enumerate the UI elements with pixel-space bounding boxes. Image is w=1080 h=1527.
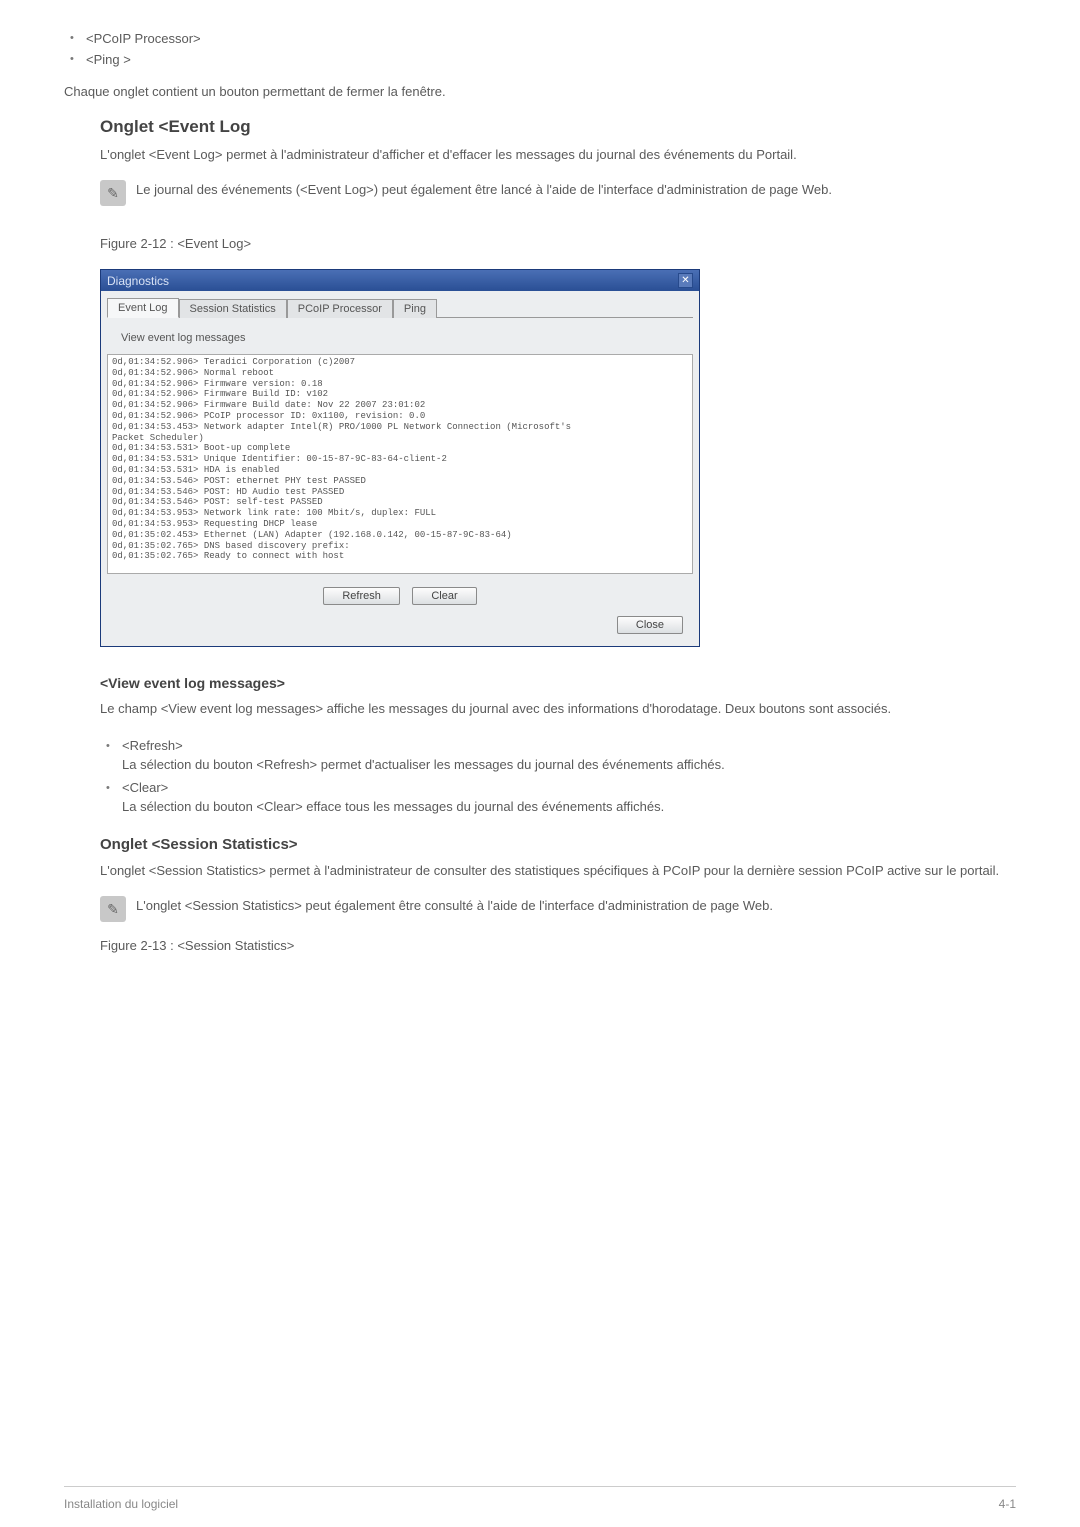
session-stats-desc: L'onglet <Session Statistics> permet à l… — [100, 863, 1016, 878]
note-text: L'onglet <Session Statistics> peut égale… — [136, 896, 773, 916]
note-text: Le journal des événements (<Event Log>) … — [136, 180, 832, 200]
item-desc: La sélection du bouton <Refresh> permet … — [122, 757, 1016, 772]
diagnostics-body: Event Log Session Statistics PCoIP Proce… — [101, 291, 699, 646]
refresh-button[interactable]: Refresh — [323, 587, 400, 605]
figure-caption-2-13: Figure 2-13 : <Session Statistics> — [100, 938, 1016, 953]
note-row: ✎ Le journal des événements (<Event Log>… — [100, 180, 1016, 206]
window-title: Diagnostics — [107, 274, 169, 288]
event-log-textarea[interactable]: 0d,01:34:52.906> Teradici Corporation (c… — [107, 354, 693, 574]
tab-event-log[interactable]: Event Log — [107, 298, 179, 318]
top-bullet-list: <PCoIP Processor> <Ping > — [64, 28, 1016, 70]
view-messages-heading: <View event log messages> — [100, 675, 1016, 691]
page-footer: Installation du logiciel 4-1 — [64, 1486, 1016, 1511]
session-stats-heading: Onglet <Session Statistics> — [100, 836, 1016, 853]
close-row: Close — [107, 609, 693, 640]
clear-button[interactable]: Clear — [412, 587, 476, 605]
note-icon: ✎ — [100, 896, 126, 922]
list-item: <PCoIP Processor> — [64, 28, 1016, 49]
close-button[interactable]: Close — [617, 616, 683, 634]
note-icon: ✎ — [100, 180, 126, 206]
button-row: Refresh Clear — [107, 574, 693, 609]
close-icon[interactable]: ✕ — [678, 273, 693, 288]
note-row: ✎ L'onglet <Session Statistics> peut éga… — [100, 896, 1016, 922]
list-item: <Clear> La sélection du bouton <Clear> e… — [100, 776, 1016, 818]
list-item: <Ping > — [64, 49, 1016, 70]
event-log-desc: L'onglet <Event Log> permet à l'administ… — [100, 147, 1016, 162]
diagnostics-titlebar: Diagnostics ✕ — [101, 270, 699, 291]
item-desc: La sélection du bouton <Clear> efface to… — [122, 799, 1016, 814]
item-label: <Clear> — [122, 780, 168, 795]
view-log-label: View event log messages — [107, 326, 693, 354]
tab-row: Event Log Session Statistics PCoIP Proce… — [107, 297, 693, 318]
item-label: <Refresh> — [122, 738, 183, 753]
footer-right: 4-1 — [999, 1497, 1016, 1511]
event-log-heading: Onglet <Event Log — [100, 117, 1016, 137]
view-messages-list: <Refresh> La sélection du bouton <Refres… — [100, 734, 1016, 818]
figure-caption-2-12: Figure 2-12 : <Event Log> — [64, 236, 1016, 251]
footer-left: Installation du logiciel — [64, 1497, 178, 1511]
list-item: <Refresh> La sélection du bouton <Refres… — [100, 734, 1016, 776]
tab-ping[interactable]: Ping — [393, 299, 437, 318]
tab-session-statistics[interactable]: Session Statistics — [179, 299, 287, 318]
tab-pcoip-processor[interactable]: PCoIP Processor — [287, 299, 393, 318]
diagnostics-window: Diagnostics ✕ Event Log Session Statisti… — [100, 269, 700, 647]
intro-paragraph: Chaque onglet contient un bouton permett… — [64, 84, 1016, 99]
view-messages-desc: Le champ <View event log messages> affic… — [100, 701, 1016, 716]
